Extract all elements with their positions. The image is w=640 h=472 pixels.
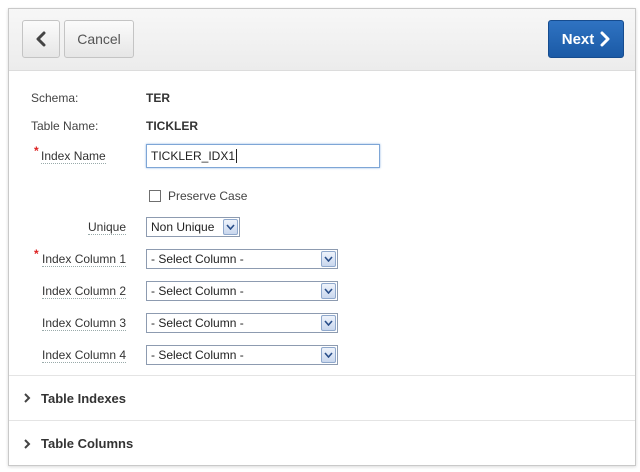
unique-select[interactable]: Non Unique: [146, 217, 240, 237]
index-column-2-value: - Select Column -: [151, 284, 244, 298]
index-column-4-value: - Select Column -: [151, 348, 244, 362]
index-column-1-value: - Select Column -: [151, 252, 244, 266]
dialog-toolbar: Cancel Next: [9, 9, 635, 71]
chevron-down-icon: [321, 251, 336, 267]
create-index-dialog: Cancel Next Schema: TER Table Name: TICK…: [8, 8, 636, 466]
index-column-4-select[interactable]: - Select Column -: [146, 345, 338, 365]
section-table-columns[interactable]: Table Columns: [9, 420, 635, 466]
chevron-down-icon: [223, 219, 238, 235]
index-column-3-value: - Select Column -: [151, 316, 244, 330]
index-column-1-select[interactable]: - Select Column -: [146, 249, 338, 269]
schema-label: Schema:: [31, 91, 79, 105]
index-name-label: Index Name: [41, 148, 106, 164]
preserve-case-label[interactable]: Preserve Case: [168, 189, 247, 203]
schema-value: TER: [146, 91, 170, 105]
index-column-3-row: Index Column 3 - Select Column -: [9, 311, 635, 335]
chevron-right-icon: [24, 393, 31, 403]
required-marker: *: [34, 247, 39, 261]
preserve-case-checkbox[interactable]: [149, 190, 161, 202]
next-button[interactable]: Next: [548, 20, 624, 58]
index-column-2-row: Index Column 2 - Select Column -: [9, 279, 635, 303]
next-button-label: Next: [561, 30, 595, 48]
index-column-4-row: Index Column 4 - Select Column -: [9, 343, 635, 367]
chevron-down-icon: [321, 283, 336, 299]
index-column-1-row: * Index Column 1 - Select Column -: [9, 247, 635, 271]
index-column-3-label: Index Column 3: [42, 315, 127, 331]
table-name-row: Table Name: TICKLER: [9, 114, 635, 138]
index-column-4-label: Index Column 4: [42, 347, 127, 363]
chevron-right-icon: [600, 31, 610, 47]
unique-row: Unique Non Unique: [9, 215, 635, 239]
chevron-right-icon: [24, 438, 31, 449]
index-name-input[interactable]: TICKLER_IDX1: [146, 144, 380, 168]
chevron-left-icon: [36, 31, 46, 47]
cancel-button[interactable]: Cancel: [64, 20, 134, 58]
preserve-case-row: Preserve Case: [9, 184, 635, 208]
table-name-value: TICKLER: [146, 119, 198, 133]
section-table-indexes[interactable]: Table Indexes: [9, 375, 635, 420]
schema-row: Schema: TER: [9, 86, 635, 110]
unique-select-value: Non Unique: [151, 220, 215, 234]
required-marker: *: [34, 144, 39, 158]
index-column-3-select[interactable]: - Select Column -: [146, 313, 338, 333]
chevron-down-icon: [321, 315, 336, 331]
back-button[interactable]: [22, 20, 60, 58]
unique-label: Unique: [88, 219, 127, 235]
index-name-value: TICKLER_IDX1: [151, 149, 236, 163]
index-column-2-select[interactable]: - Select Column -: [146, 281, 338, 301]
table-name-label: Table Name:: [31, 119, 99, 133]
index-name-row: * Index Name TICKLER_IDX1: [9, 144, 635, 168]
index-column-2-label: Index Column 2: [42, 283, 127, 299]
section-table-columns-title: Table Columns: [41, 436, 134, 451]
cancel-button-label: Cancel: [77, 31, 121, 47]
chevron-down-icon: [321, 347, 336, 363]
text-caret: [236, 149, 238, 163]
index-column-1-label: Index Column 1: [42, 251, 127, 267]
section-table-indexes-title: Table Indexes: [41, 390, 127, 406]
